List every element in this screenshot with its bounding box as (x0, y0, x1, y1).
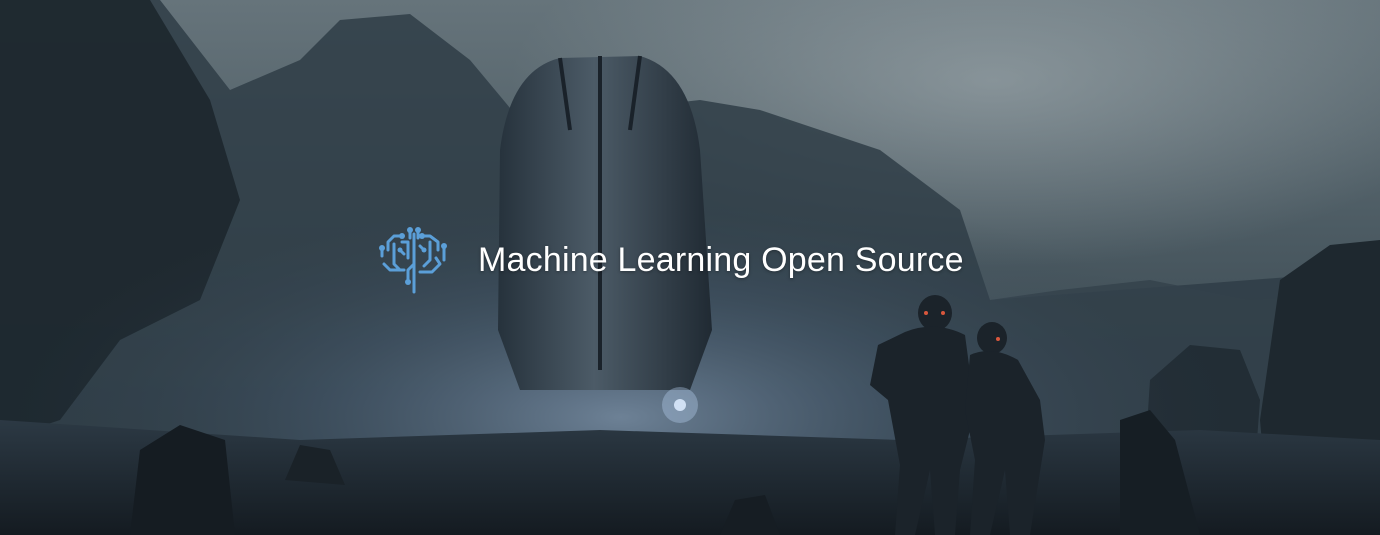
brain-circuit-icon (379, 227, 447, 294)
helmet-light (924, 311, 928, 315)
helmet-light (941, 311, 945, 315)
helmet-light (996, 337, 1000, 341)
pod-light-halo (662, 387, 698, 423)
hero-banner: Machine Learning Open Source (0, 0, 1380, 535)
banner-title-row: Machine Learning Open Source (374, 220, 964, 300)
banner-title: Machine Learning Open Source (478, 241, 964, 279)
